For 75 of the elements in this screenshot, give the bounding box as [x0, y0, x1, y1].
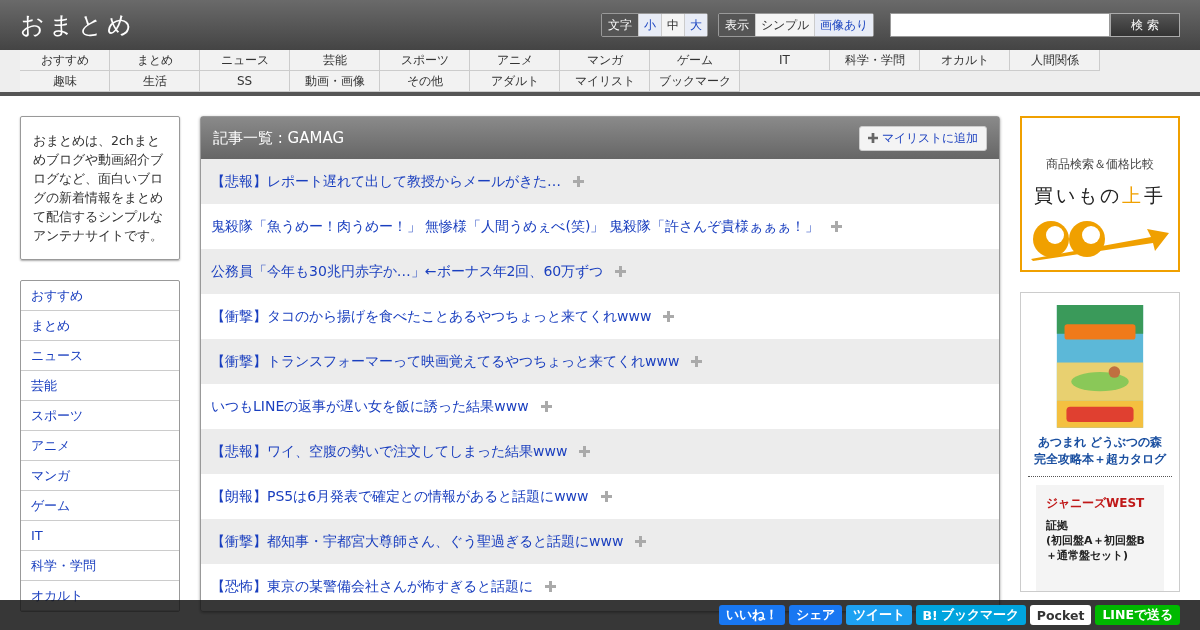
category-tab[interactable]: オカルト — [920, 50, 1010, 71]
plus-icon[interactable] — [573, 176, 584, 187]
plus-icon[interactable] — [600, 491, 612, 502]
share-button[interactable]: Pocket — [1029, 605, 1092, 625]
banner-title: 買いもの 上手 — [1034, 183, 1166, 208]
cd-title: 証拠 (初回盤A＋初回盤B ＋通常盤セット) — [1046, 517, 1146, 563]
article-link[interactable]: 【悲報】ワイ、空腹の勢いで注文してしまった結果www — [211, 442, 568, 461]
article-link[interactable]: 鬼殺隊「魚うめー！肉うめー！」 無惨様「人間うめぇべ(笑)」 鬼殺隊「許さんぞ貴様ぁぁぁ！」 — [211, 217, 819, 236]
sidebar-item[interactable]: まとめ — [21, 311, 179, 341]
article-link[interactable]: いつもLINEの返事が遅い女を飯に誘った結果www — [211, 397, 529, 416]
category-tab[interactable]: ニュース — [200, 50, 290, 71]
option-toggle[interactable]: 大 — [684, 14, 707, 36]
plus-icon[interactable] — [545, 581, 556, 592]
article-link[interactable]: 【衝撃】都知事・宇都宮大尊師さん、ぐう聖過ぎると話題にwww — [211, 532, 624, 551]
sidebar-item[interactable]: スポーツ — [21, 401, 179, 431]
option-toggle[interactable]: シンプル — [755, 14, 814, 36]
article-link[interactable]: 【悲報】レポート遅れて出して教授からメールがきた… — [211, 172, 561, 191]
plus-icon — [868, 133, 878, 143]
category-tab[interactable]: 趣味 — [20, 71, 110, 92]
book-caption[interactable]: あつまれ どうぶつの森 — [1037, 433, 1163, 451]
setting-label: 文字 — [602, 14, 638, 36]
option-toggle[interactable]: 中 — [661, 14, 684, 36]
category-tab[interactable]: 人間関係 — [1010, 50, 1100, 71]
plus-icon[interactable] — [830, 221, 842, 232]
article-link[interactable]: 【恐怖】東京の某警備会社さんが怖すぎると話題に — [211, 577, 533, 596]
article-link[interactable]: 【朗報】PS5は6月発表で確定との情報があると話題にwww — [211, 487, 589, 506]
category-tab[interactable]: SS — [200, 71, 290, 92]
article-link[interactable]: 公務員「今年も30兆円赤字か…」←ボーナス年2回、60万ずつ — [211, 262, 604, 281]
banner-subtitle: 商品検索＆価格比較 — [1046, 156, 1154, 173]
setting-label: 表示 — [719, 14, 755, 36]
category-tab[interactable]: IT — [740, 50, 830, 71]
plus-icon[interactable] — [635, 536, 647, 547]
category-tab[interactable]: 科学・学問 — [830, 50, 920, 71]
plus-icon[interactable] — [615, 266, 627, 277]
category-tab[interactable]: マンガ — [560, 50, 650, 71]
search-field[interactable] — [890, 13, 1110, 37]
category-tab[interactable]: ゲーム — [650, 50, 740, 71]
site-logo[interactable]: おまとめ — [20, 9, 601, 41]
category-tab[interactable]: アダルト — [470, 71, 560, 92]
category-tab[interactable]: マイリスト — [560, 71, 650, 92]
sidebar-item[interactable]: ニュース — [21, 341, 179, 371]
sidebar-item[interactable]: 科学・学問 — [21, 551, 179, 581]
category-tab[interactable]: 動画・画像 — [290, 71, 380, 92]
share-button[interactable]: シェア — [788, 605, 842, 625]
cd-artist: ジャニーズWEST — [1046, 494, 1146, 512]
article-link[interactable]: 【衝撃】タコのから揚げを食べたことあるやつちょっと来てくれwww — [211, 307, 652, 326]
plus-icon[interactable] — [691, 356, 703, 367]
search-button[interactable]: 検 索 — [1110, 13, 1180, 37]
site-description: おまとめは、2chまとめブログや動画紹介ブログなど、面白いブログの新着情報をまとめて配信するシンプルなアンテナサイトです。 — [20, 116, 180, 260]
category-tab[interactable]: スポーツ — [380, 50, 470, 71]
plus-icon[interactable] — [540, 401, 552, 412]
panel-title: 記事一覧 : GAMAG — [213, 128, 345, 148]
category-tab[interactable]: おすすめ — [20, 50, 110, 71]
plus-icon[interactable] — [663, 311, 675, 322]
sidebar-item[interactable]: ゲーム — [21, 491, 179, 521]
cd-card[interactable]: ジャニーズWEST 証拠 (初回盤A＋初回盤B ＋通常盤セット) — [1036, 484, 1164, 591]
sidebar-item[interactable]: マンガ — [21, 461, 179, 491]
plus-icon[interactable] — [579, 446, 591, 457]
category-tab[interactable]: 芸能 — [290, 50, 380, 71]
sidebar-item[interactable]: アニメ — [21, 431, 179, 461]
article-link[interactable]: 【衝撃】トランスフォーマーって映画覚えてるやつちょっと来てくれwww — [211, 352, 680, 371]
category-tab[interactable]: まとめ — [110, 50, 200, 71]
category-tab[interactable]: アニメ — [470, 50, 560, 71]
category-tab[interactable]: ブックマーク — [650, 71, 740, 92]
sidebar-item[interactable]: おすすめ — [21, 281, 179, 311]
sidebar-item[interactable]: IT — [21, 521, 179, 551]
option-toggle[interactable]: 画像あり — [814, 14, 873, 36]
category-tab[interactable]: その他 — [380, 71, 470, 92]
book-caption[interactable]: 完全攻略本＋超カタログ — [1034, 450, 1166, 468]
category-tab[interactable]: 生活 — [110, 71, 200, 92]
add-mylist-button[interactable]: マイリストに追加 — [859, 125, 987, 151]
option-toggle[interactable]: 小 — [638, 14, 661, 36]
ad-banner[interactable]: 商品検索＆価格比較 買いもの 上手 — [1020, 116, 1180, 272]
sidebar-item[interactable]: 芸能 — [21, 371, 179, 401]
share-button[interactable]: いいね！ — [718, 605, 785, 625]
